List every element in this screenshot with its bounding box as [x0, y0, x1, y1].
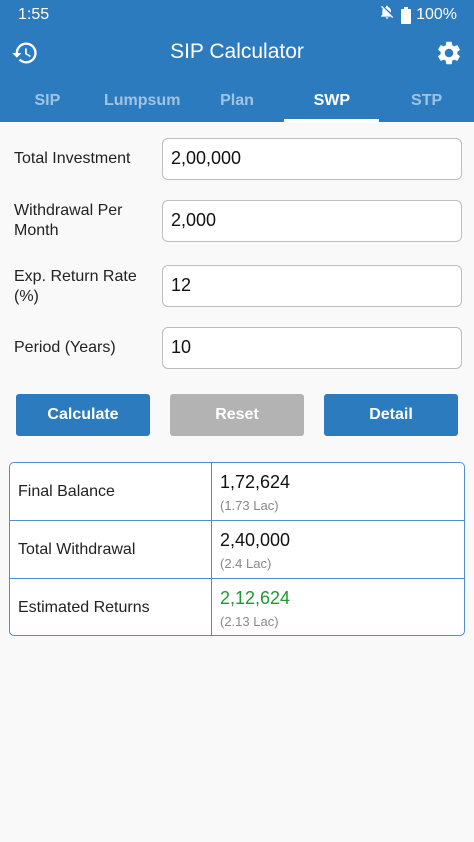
total-withdrawal-sub: (2.4 Lac) [220, 556, 272, 571]
tab-lumpsum[interactable]: Lumpsum [95, 86, 190, 122]
return-rate-row: Exp. Return Rate (%) 12 [0, 265, 474, 307]
total-investment-row: Total Investment 2,00,000 [0, 138, 474, 180]
total-withdrawal-label: Total Withdrawal [18, 541, 136, 558]
battery-percent: 100% [416, 5, 457, 23]
status-icons: 100% [379, 4, 457, 25]
battery-icon [401, 6, 412, 24]
withdrawal-label: Withdrawal Per Month [14, 202, 123, 239]
estimated-returns-label: Estimated Returns [18, 599, 150, 616]
tab-bar: SIP Lumpsum Plan SWP STP [0, 86, 474, 122]
settings-button[interactable] [435, 39, 463, 67]
period-input[interactable]: 10 [162, 327, 462, 369]
withdrawal-input[interactable]: 2,000 [162, 200, 462, 242]
notifications-off-icon [379, 4, 395, 25]
final-balance-value: 1,72,624 [220, 472, 291, 492]
total-withdrawal-value: 2,40,000 [220, 530, 291, 550]
period-row: Period (Years) 10 [0, 327, 474, 369]
period-label: Period (Years) [14, 339, 116, 356]
status-bar: 1:55 100% [0, 0, 474, 29]
return-rate-input[interactable]: 12 [162, 265, 462, 307]
column-divider [211, 521, 212, 578]
estimated-returns-value: 2,12,624 [220, 588, 291, 608]
status-time: 1:55 [18, 5, 50, 23]
column-divider [211, 463, 212, 521]
column-divider [211, 579, 212, 635]
withdrawal-row: Withdrawal Per Month 2,000 [0, 200, 474, 242]
total-investment-label: Total Investment [14, 150, 131, 167]
result-row-total-withdrawal: Total Withdrawal 2,40,000 (2.4 Lac) [10, 520, 464, 578]
result-row-estimated-returns: Estimated Returns 2,12,624 (2.13 Lac) [10, 578, 464, 635]
app-bar: SIP Calculator SIP Lumpsum Plan SWP STP [0, 29, 474, 122]
tab-plan[interactable]: Plan [190, 86, 285, 122]
final-balance-label: Final Balance [18, 483, 115, 500]
return-rate-label: Exp. Return Rate (%) [14, 268, 137, 305]
total-investment-input[interactable]: 2,00,000 [162, 138, 462, 180]
reset-button[interactable]: Reset [170, 394, 304, 436]
result-row-final-balance: Final Balance 1,72,624 (1.73 Lac) [10, 463, 464, 521]
detail-button[interactable]: Detail [324, 394, 458, 436]
app-title: SIP Calculator [170, 40, 304, 63]
tab-stp[interactable]: STP [379, 86, 474, 122]
settings-gear-icon [435, 41, 463, 71]
calculate-button[interactable]: Calculate [16, 394, 150, 436]
results-table: Final Balance 1,72,624 (1.73 Lac) Total … [9, 462, 465, 636]
estimated-returns-sub: (2.13 Lac) [220, 614, 279, 629]
final-balance-sub: (1.73 Lac) [220, 498, 279, 513]
tab-sip[interactable]: SIP [0, 86, 95, 122]
tab-swp[interactable]: SWP [284, 86, 379, 122]
